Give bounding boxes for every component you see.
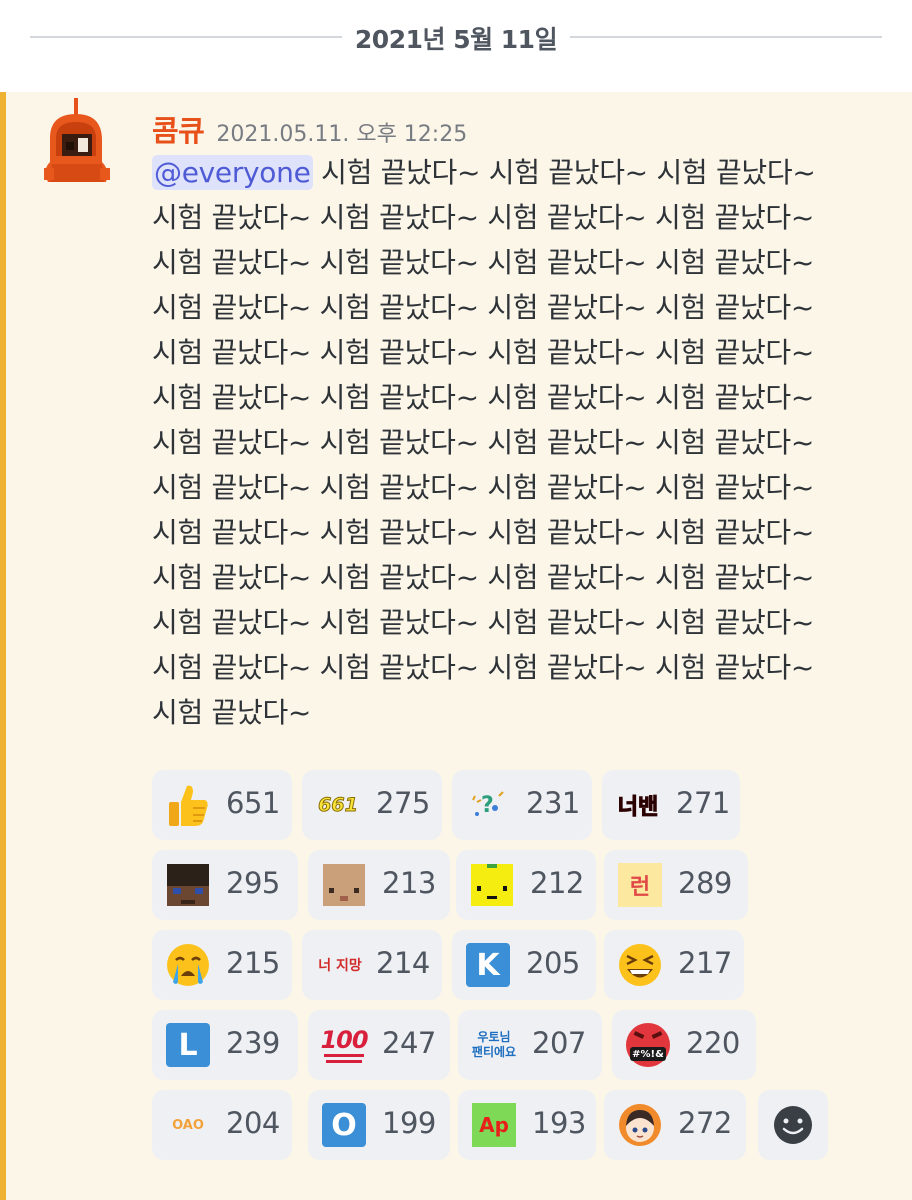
message-header: 콤큐 2021.05.11. 오후 12:25 — [152, 108, 468, 148]
mention-everyone[interactable]: @everyone — [152, 155, 313, 190]
hundred-points-icon: 100 — [320, 1022, 369, 1068]
reaction-thumbs-up[interactable]: 651 — [152, 770, 292, 840]
date-divider: 2021년 5월 11일 — [0, 0, 912, 78]
message-line: 시험 끝났다~ 시험 끝났다~ 시험 끝났다~ 시험 끝났다~ — [152, 561, 815, 594]
reaction-question-sparkle[interactable]: ? 231 — [452, 770, 592, 840]
reaction-count: 204 — [226, 1106, 280, 1140]
message-line: 시험 끝났다~ 시험 끝났다~ 시험 끝났다~ 시험 끝났다~ — [152, 201, 815, 234]
reaction-minecraft-dark[interactable]: 295 — [152, 850, 298, 920]
reaction-count: 193 — [532, 1106, 586, 1140]
add-reaction-button[interactable] — [758, 1090, 828, 1160]
username[interactable]: 콤큐 — [152, 114, 205, 148]
reaction-count: 212 — [530, 866, 584, 900]
reon-emoji-icon: 런 — [616, 862, 664, 908]
message-content: @everyone 시험 끝났다~ 시험 끝났다~ 시험 끝났다~ 시험 끝났다… — [152, 150, 892, 735]
reaction-count: 651 — [226, 786, 280, 820]
reaction-utonim-fan[interactable]: 우토님 팬티에요 207 — [458, 1010, 602, 1080]
svg-text:?: ? — [481, 793, 494, 818]
reaction-count: 205 — [526, 946, 580, 980]
letter-l-icon: L — [164, 1022, 212, 1068]
message-line: 시험 끝났다~ 시험 끝났다~ 시험 끝났다~ 시험 끝났다~ — [152, 246, 815, 279]
laughing-face-icon — [616, 942, 664, 988]
reaction-hundred-points[interactable]: 100 247 — [308, 1010, 450, 1080]
utonim-fan-emoji-icon: 우토님 팬티에요 — [471, 1030, 517, 1059]
reaction-count: 239 — [226, 1026, 280, 1060]
cursing-face-icon: #%!& — [624, 1022, 672, 1068]
reaction-count: 275 — [376, 786, 430, 820]
letter-o-icon: O — [320, 1102, 368, 1148]
reaction-count: 214 — [376, 946, 430, 980]
crying-face-icon — [164, 942, 212, 988]
minecraft-face-dark-icon — [164, 862, 212, 908]
mention-highlight-bar — [0, 92, 6, 1200]
reaction-oao[interactable]: OAO 204 — [152, 1090, 292, 1160]
message-line: 시험 끝났다~ 시험 끝났다~ 시험 끝났다~ 시험 끝났다~ — [152, 606, 815, 639]
reaction-count: 220 — [686, 1026, 740, 1060]
message-line: 시험 끝났다~ 시험 끝났다~ 시험 끝났다~ 시험 끝났다~ — [152, 336, 815, 369]
reaction-minecraft-tan[interactable]: 213 — [308, 850, 450, 920]
reaction-count: 272 — [678, 1106, 732, 1140]
reaction-cursing-face[interactable]: #%!& 220 — [612, 1010, 756, 1080]
message-line: @everyone 시험 끝났다~ 시험 끝났다~ 시험 끝났다~ — [152, 155, 816, 190]
reaction-letter-l[interactable]: L 239 — [152, 1010, 298, 1080]
add-reaction-icon — [769, 1102, 817, 1148]
reaction-count: 231 — [526, 786, 580, 820]
yellow-face-icon — [468, 862, 516, 908]
message-line: 시험 끝났다~ 시험 끝났다~ 시험 끝났다~ 시험 끝났다~ — [152, 426, 815, 459]
reaction-count: 247 — [382, 1026, 436, 1060]
thumbs-up-icon — [164, 782, 212, 828]
ap-emoji-icon: Ap — [470, 1102, 518, 1148]
reaction-laughing-face[interactable]: 217 — [604, 930, 744, 1000]
reaction-count: 217 — [678, 946, 732, 980]
minecraft-face-tan-icon — [320, 862, 368, 908]
message-timestamp: 2021.05.11. 오후 12:25 — [216, 122, 468, 147]
reaction-count: 213 — [382, 866, 436, 900]
reaction-reon[interactable]: 런 289 — [604, 850, 748, 920]
message-line: 시험 끝났다~ 시험 끝났다~ 시험 끝났다~ 시험 끝났다~ — [152, 651, 815, 684]
reaction-count: 207 — [532, 1026, 586, 1060]
reaction-letter-o[interactable]: O 199 — [308, 1090, 450, 1160]
reaction-count: 215 — [226, 946, 280, 980]
message-line: 시험 끝났다~ 시험 끝났다~ 시험 끝났다~ 시험 끝났다~ — [152, 381, 815, 414]
reaction-count: 289 — [678, 866, 732, 900]
reaction-count: 295 — [226, 866, 280, 900]
divider-line-left — [30, 36, 342, 38]
user-avatar[interactable] — [40, 98, 114, 190]
reaction-neojimang[interactable]: 너 지망 214 — [302, 930, 442, 1000]
message-line: 시험 끝났다~ 시험 끝났다~ 시험 끝났다~ 시험 끝났다~ — [152, 516, 815, 549]
reaction-ap[interactable]: Ap 193 — [458, 1090, 596, 1160]
reaction-count: 199 — [382, 1106, 436, 1140]
message: 콤큐 2021.05.11. 오후 12:25 @everyone 시험 끝났다~… — [0, 92, 912, 1200]
reaction-crying-face[interactable]: 215 — [152, 930, 292, 1000]
reaction-neobaen[interactable]: 너밴 271 — [602, 770, 740, 840]
661-emoji-icon: 661 — [318, 794, 359, 817]
reaction-letter-k[interactable]: K 205 — [452, 930, 596, 1000]
reaction-count: 271 — [676, 786, 730, 820]
reaction-yellow-face[interactable]: 212 — [456, 850, 596, 920]
message-line: 시험 끝났다~ 시험 끝났다~ 시험 끝났다~ 시험 끝났다~ — [152, 471, 815, 504]
orange-hood-avatar-icon — [616, 1102, 664, 1148]
divider-line-right — [570, 36, 882, 38]
oao-emoji-icon: OAO — [172, 1117, 204, 1133]
letter-k-icon: K — [464, 942, 512, 988]
neobaen-emoji-icon: 너밴 — [617, 795, 659, 821]
reaction-orange-hood-avatar[interactable]: 272 — [604, 1090, 746, 1160]
reaction-661[interactable]: 661 275 — [302, 770, 442, 840]
date-divider-label: 2021년 5월 11일 — [354, 25, 558, 54]
question-sparkle-icon: ? — [464, 782, 512, 828]
neojimang-emoji-icon: 너 지망 — [318, 958, 362, 974]
message-line: 시험 끝났다~ — [152, 696, 312, 729]
message-line: 시험 끝났다~ 시험 끝났다~ 시험 끝났다~ 시험 끝났다~ — [152, 291, 815, 324]
